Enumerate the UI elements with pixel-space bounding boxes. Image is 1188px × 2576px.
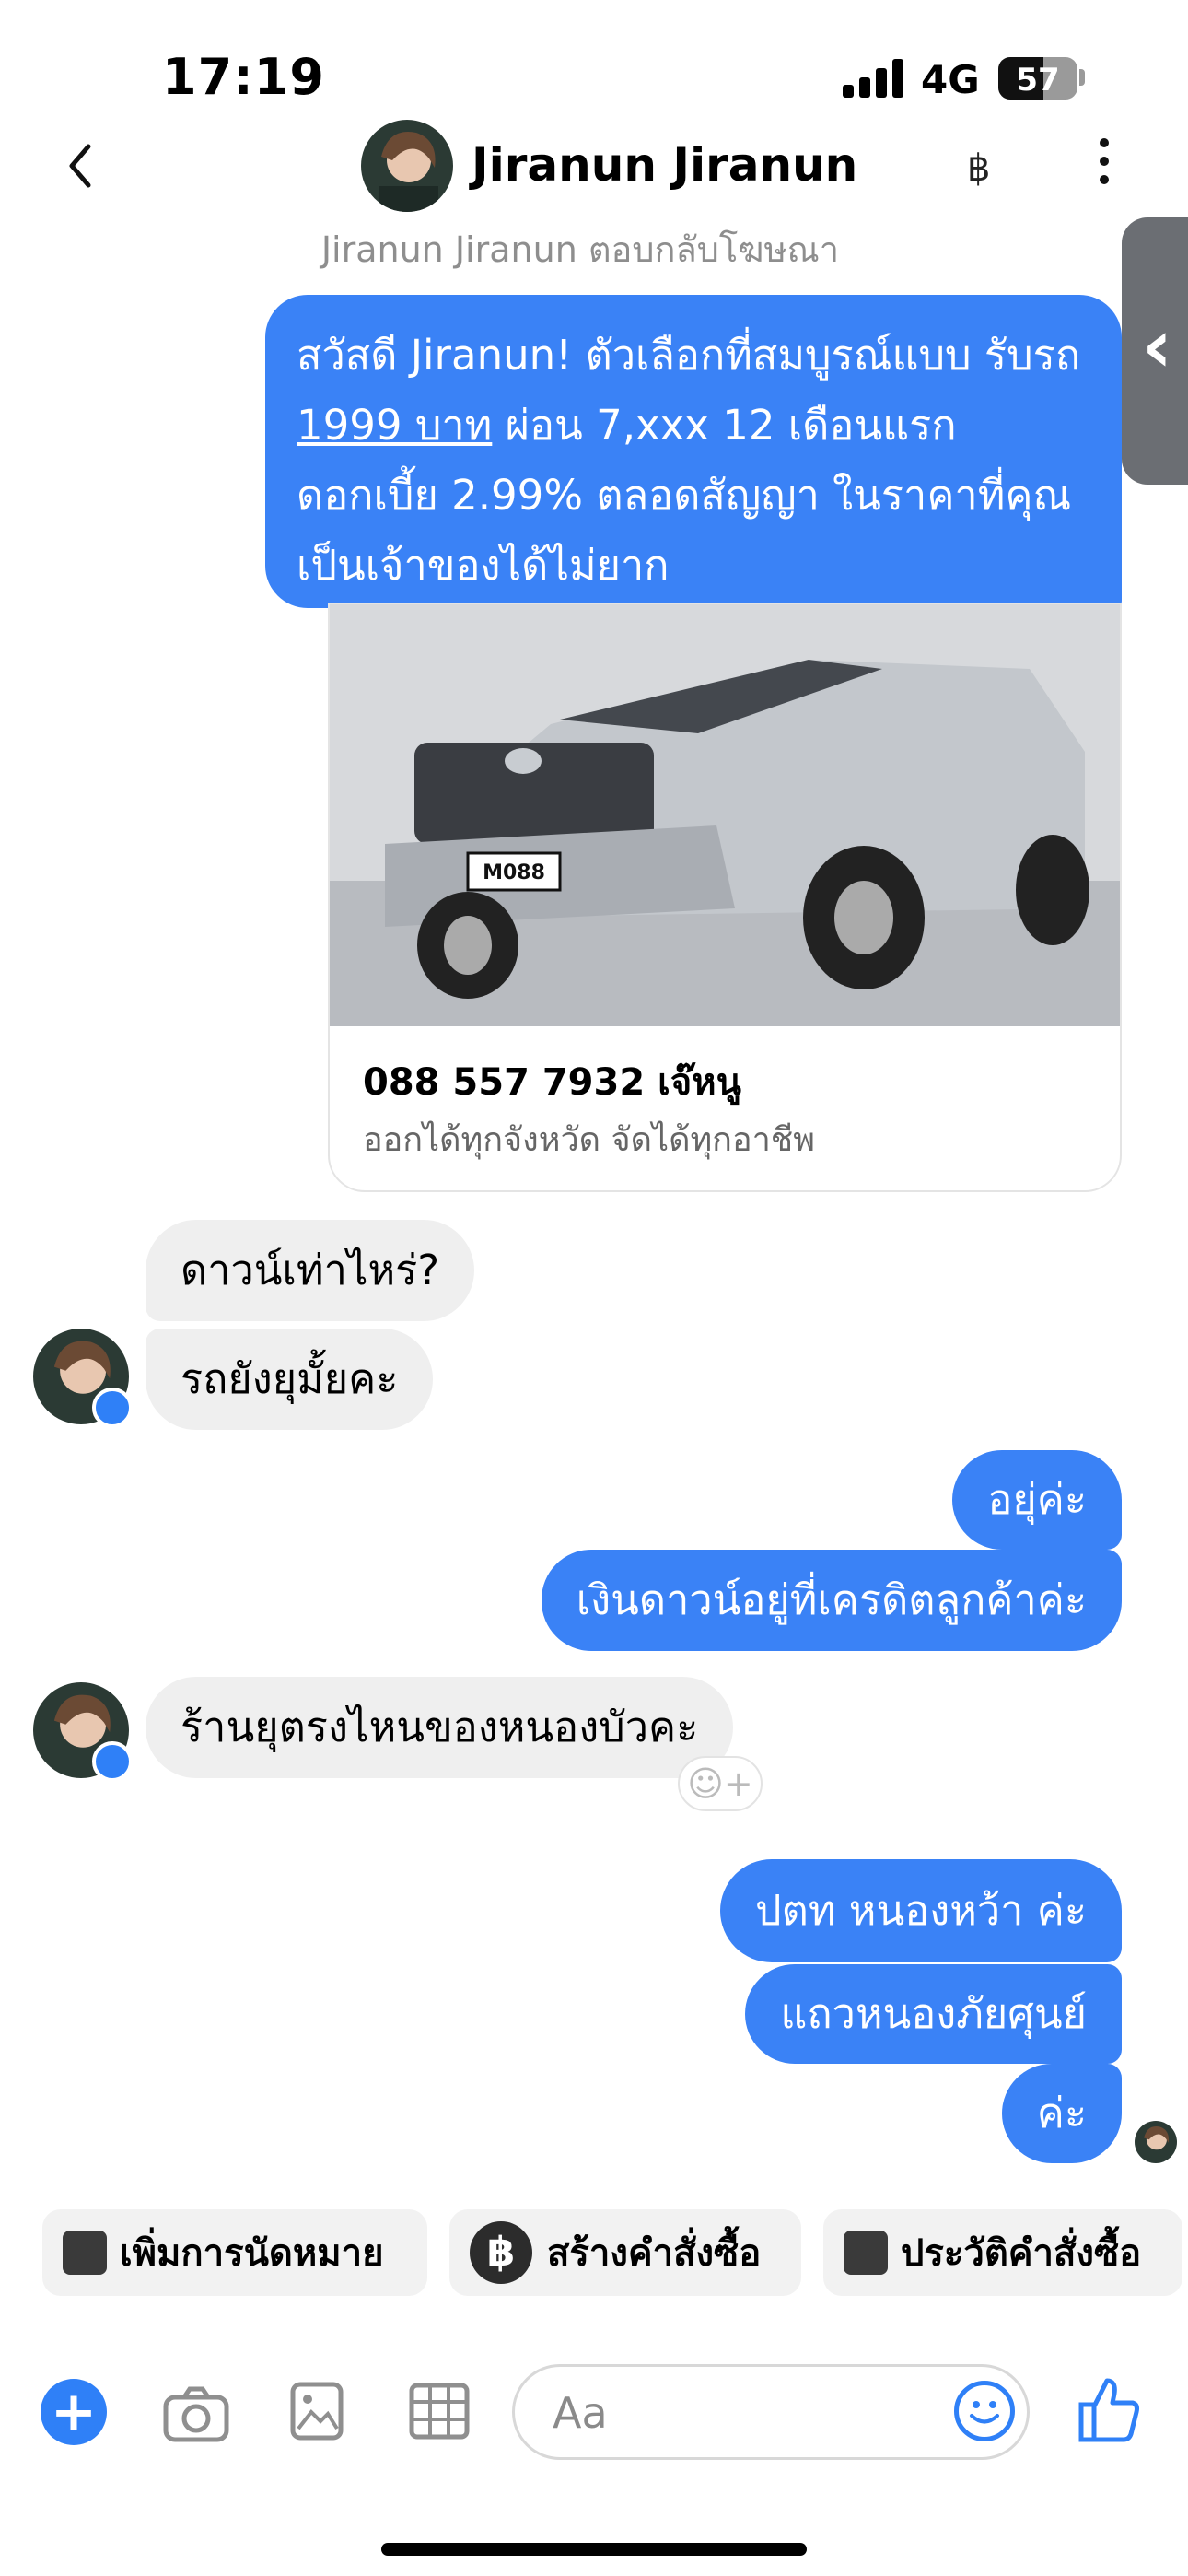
message-outgoing[interactable]: เงินดาวน์อยู่ที่เครดิตลูกค้าค่ะ [541, 1550, 1122, 1651]
card-title: 088 557 7932 เจ๊หนู [363, 1061, 741, 1104]
plus-icon[interactable]: + [41, 2379, 107, 2445]
add-reaction-icon[interactable]: ☺+ [678, 1756, 763, 1811]
contact-avatar[interactable] [361, 120, 453, 212]
ad-reply-subtitle: Jiranun Jiranun ตอบกลับโฆษณา [320, 229, 840, 270]
car-image: M088 [330, 604, 1120, 1026]
battery-level: 57 [1016, 62, 1060, 99]
card-subtitle: ออกได้ทุกจังหวัด จัดได้ทุกอาชีพ [363, 1121, 815, 1159]
gallery-icon[interactable] [289, 2381, 344, 2441]
ad-card[interactable]: M088 088 557 7932 เจ๊หนู ออกได้ทุกจังหวั… [328, 603, 1122, 1192]
back-icon[interactable] [63, 143, 99, 189]
emoji-icon[interactable] [954, 2381, 1015, 2441]
create-order-button[interactable]: ฿ สร้างคำสั่งซื้อ [449, 2209, 801, 2296]
baht-icon: ฿ [470, 2221, 532, 2284]
list-icon [844, 2231, 888, 2275]
calendar-icon [63, 2231, 107, 2275]
table-icon[interactable] [409, 2383, 470, 2440]
messenger-icon [92, 1741, 133, 1782]
camera-icon[interactable] [162, 2384, 230, 2443]
message-incoming[interactable]: ดาวน์เท่าไหร่? [146, 1220, 475, 1321]
contact-name[interactable]: Jiranun Jiranun [472, 138, 857, 192]
battery-cap [1079, 69, 1085, 86]
network-type: 4G [921, 57, 980, 102]
message-outgoing[interactable]: อยุ่ค่ะ [952, 1450, 1122, 1550]
status-time: 17:19 [162, 48, 325, 106]
message-input-placeholder: Aa [553, 2388, 608, 2438]
add-appointment-label: เพิ่มการนัดหมาย [120, 2232, 384, 2275]
plate-text: M088 [483, 861, 545, 884]
payment-icon[interactable]: ฿ [967, 147, 990, 190]
create-order-label: สร้างคำสั่งซื้อ [547, 2232, 762, 2275]
message-outgoing[interactable]: ค่ะ [1001, 2064, 1122, 2163]
message-outgoing[interactable]: ปตท หนองหว้า ค่ะ [720, 1859, 1122, 1962]
order-history-button[interactable]: ประวัติคำสั่งซื้อ [823, 2209, 1182, 2296]
add-appointment-button[interactable]: เพิ่มการนัดหมาย [42, 2209, 427, 2296]
ad-text-1: สวัสดี Jiranun! ตัวเลือกที่สมบูรณ์แบบ รั… [297, 331, 1081, 380]
order-history-label: ประวัติคำสั่งซื้อ [901, 2232, 1142, 2275]
like-icon[interactable] [1077, 2375, 1140, 2443]
message-incoming[interactable]: รถยังยุมั้ยคะ [146, 1329, 434, 1430]
more-icon[interactable] [1098, 138, 1111, 193]
cellular-signal-icon [843, 59, 905, 98]
chevron-left-icon: ‹ [1142, 303, 1172, 389]
ad-message-bubble: สวัสดี Jiranun! ตัวเลือกที่สมบูรณ์แบบ รั… [265, 295, 1122, 608]
messenger-icon [92, 1388, 133, 1428]
message-incoming[interactable]: ร้านยุตรงไหนของหนองบัวคะ [146, 1677, 734, 1778]
battery-icon: 57 [998, 57, 1077, 100]
message-outgoing[interactable]: แถวหนองภัยศุนย์ [745, 1964, 1122, 2064]
home-indicator [381, 2543, 807, 2556]
side-panel-handle[interactable]: ‹ [1122, 217, 1188, 485]
read-receipt-avatar [1135, 2121, 1177, 2163]
ad-price-link[interactable]: 1999 บาท [297, 401, 492, 450]
